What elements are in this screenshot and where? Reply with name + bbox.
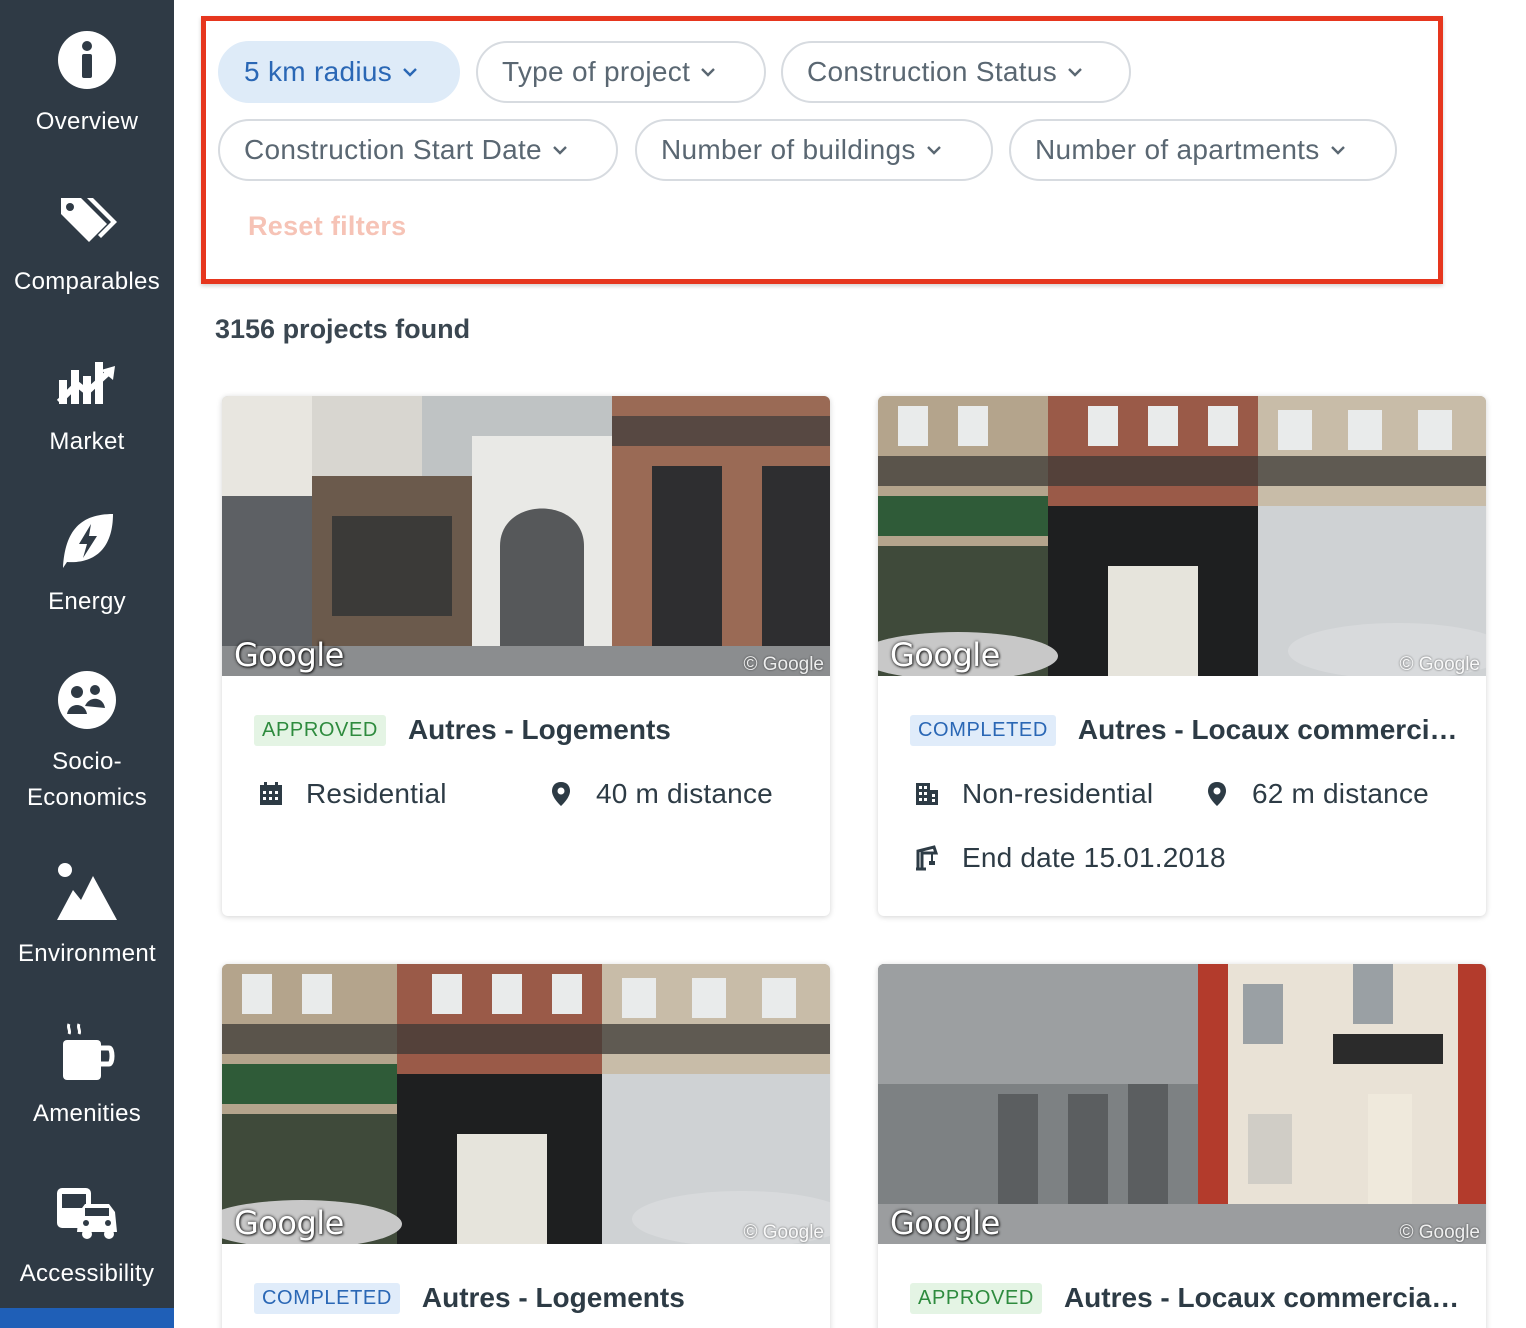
project-card[interactable]: Google © Google COMPLETED Autres - Locau…	[878, 396, 1486, 916]
map-pin-icon	[1204, 781, 1230, 807]
chip-label: Number of buildings	[661, 134, 916, 165]
leaf-bolt-icon	[57, 510, 117, 570]
project-type: Non-residential	[914, 778, 1153, 810]
project-card[interactable]: Google © Google APPROVED Autres - Locaux…	[878, 964, 1486, 1328]
sidebar-item-label: Environment	[17, 940, 157, 967]
google-watermark: Google	[890, 1204, 1000, 1242]
coffee-icon	[57, 1022, 117, 1082]
building-icon	[258, 781, 284, 807]
type-of-project-filter-chip[interactable]: Type of project	[476, 41, 766, 103]
sidebar-item-label: Amenities	[32, 1100, 142, 1127]
filter-panel: 5 km radius Type of project Construction…	[201, 16, 1443, 284]
people-icon	[57, 670, 117, 730]
sidebar-item-label: Market	[49, 428, 125, 455]
card-title: Autres - Locaux commercia...	[1077, 714, 1462, 745]
chevron-down-icon	[552, 145, 568, 155]
end-date-label: End date 15.01.2018	[962, 842, 1226, 873]
status-badge: COMPLETED	[910, 714, 1056, 746]
distance-label: 62 m distance	[1252, 778, 1429, 809]
sidebar-item-comparables[interactable]: Comparables	[0, 168, 174, 328]
reset-filters-link[interactable]: Reset filters	[248, 211, 406, 242]
distance-label: 40 m distance	[596, 778, 773, 809]
street-view-photo: Google © Google	[222, 964, 830, 1244]
google-copyright: © Google	[743, 1222, 824, 1243]
sidebar-item-label: Comparables	[13, 268, 161, 295]
chevron-down-icon	[700, 67, 716, 77]
sidebar-item-amenities[interactable]: Amenities	[0, 1000, 174, 1160]
chevron-down-icon	[402, 67, 418, 77]
status-badge: APPROVED	[910, 1282, 1042, 1314]
chevron-down-icon	[926, 145, 942, 155]
chevron-down-icon	[1067, 67, 1083, 77]
number-of-apartments-filter-chip[interactable]: Number of apartments	[1009, 119, 1397, 181]
google-copyright: © Google	[1399, 1222, 1480, 1243]
crane-icon	[914, 845, 940, 871]
transit-icon	[57, 1182, 117, 1242]
sidebar-item-energy[interactable]: Energy	[0, 488, 174, 648]
sidebar-item-environment[interactable]: Environment	[0, 840, 174, 1000]
card-title: Autres - Logements	[421, 1282, 685, 1313]
card-title: Autres - Locaux commerciaux	[1063, 1282, 1462, 1313]
google-watermark: Google	[234, 1204, 344, 1242]
sidebar-item-overview[interactable]: Overview	[0, 8, 174, 168]
chip-label: Number of apartments	[1035, 134, 1320, 165]
chevron-down-icon	[1330, 145, 1346, 155]
card-title-row: APPROVED Autres - Logements	[254, 714, 806, 746]
radius-filter-chip[interactable]: 5 km radius	[218, 41, 460, 103]
card-title-row: APPROVED Autres - Locaux commerciaux	[910, 1282, 1462, 1314]
google-copyright: © Google	[743, 654, 824, 675]
card-title-row: COMPLETED Autres - Logements	[254, 1282, 806, 1314]
results-count: 3156 projects found	[215, 314, 471, 344]
chip-label: Construction Status	[807, 56, 1058, 87]
project-type-label: Non-residential	[962, 778, 1154, 809]
sidebar-active-indicator	[0, 1308, 174, 1328]
google-watermark: Google	[234, 636, 344, 674]
sidebar-item-label: Overview	[35, 108, 139, 135]
chip-label: Type of project	[502, 56, 691, 87]
google-copyright: © Google	[1399, 654, 1480, 675]
distance: 40 m distance	[548, 778, 773, 810]
sidebar-item-label: Energy	[48, 588, 126, 615]
project-card[interactable]: Google © Google APPROVED Autres - Logeme…	[222, 396, 830, 916]
sidebar-item-socio-economics[interactable]: Socio- Economics	[0, 648, 174, 828]
distance: 62 m distance	[1204, 778, 1429, 810]
street-view-photo: Google © Google	[878, 964, 1486, 1244]
tags-icon	[57, 190, 117, 250]
office-building-icon	[914, 781, 940, 807]
chip-label: Construction Start Date	[244, 134, 542, 165]
map-pin-icon	[548, 781, 574, 807]
chip-label: 5 km radius	[244, 56, 393, 87]
app-root: Overview Comparables Market Energy Socio	[0, 0, 1526, 1328]
chart-trend-icon	[57, 350, 117, 410]
project-type-label: Residential	[306, 778, 447, 809]
info-icon	[57, 30, 117, 90]
project-card[interactable]: Google © Google COMPLETED Autres - Logem…	[222, 964, 830, 1328]
card-title-row: COMPLETED Autres - Locaux commercia...	[910, 714, 1462, 746]
sidebar-item-accessibility[interactable]: Accessibility	[0, 1160, 174, 1320]
sidebar-item-market[interactable]: Market	[0, 328, 174, 488]
construction-start-date-filter-chip[interactable]: Construction Start Date	[218, 119, 618, 181]
number-of-buildings-filter-chip[interactable]: Number of buildings	[635, 119, 993, 181]
sidebar: Overview Comparables Market Energy Socio	[0, 0, 174, 1328]
street-view-photo: Google © Google	[878, 396, 1486, 676]
construction-status-filter-chip[interactable]: Construction Status	[781, 41, 1131, 103]
sidebar-item-label: Socio- Economics	[26, 748, 148, 811]
status-badge: COMPLETED	[254, 1282, 400, 1314]
end-date: End date 15.01.2018	[914, 842, 1226, 874]
sidebar-item-label: Accessibility	[19, 1260, 155, 1287]
status-badge: APPROVED	[254, 714, 386, 746]
project-type: Residential	[258, 778, 447, 810]
mountain-icon	[57, 862, 117, 922]
street-view-photo: Google © Google	[222, 396, 830, 676]
card-title: Autres - Logements	[407, 714, 671, 745]
google-watermark: Google	[890, 636, 1000, 674]
